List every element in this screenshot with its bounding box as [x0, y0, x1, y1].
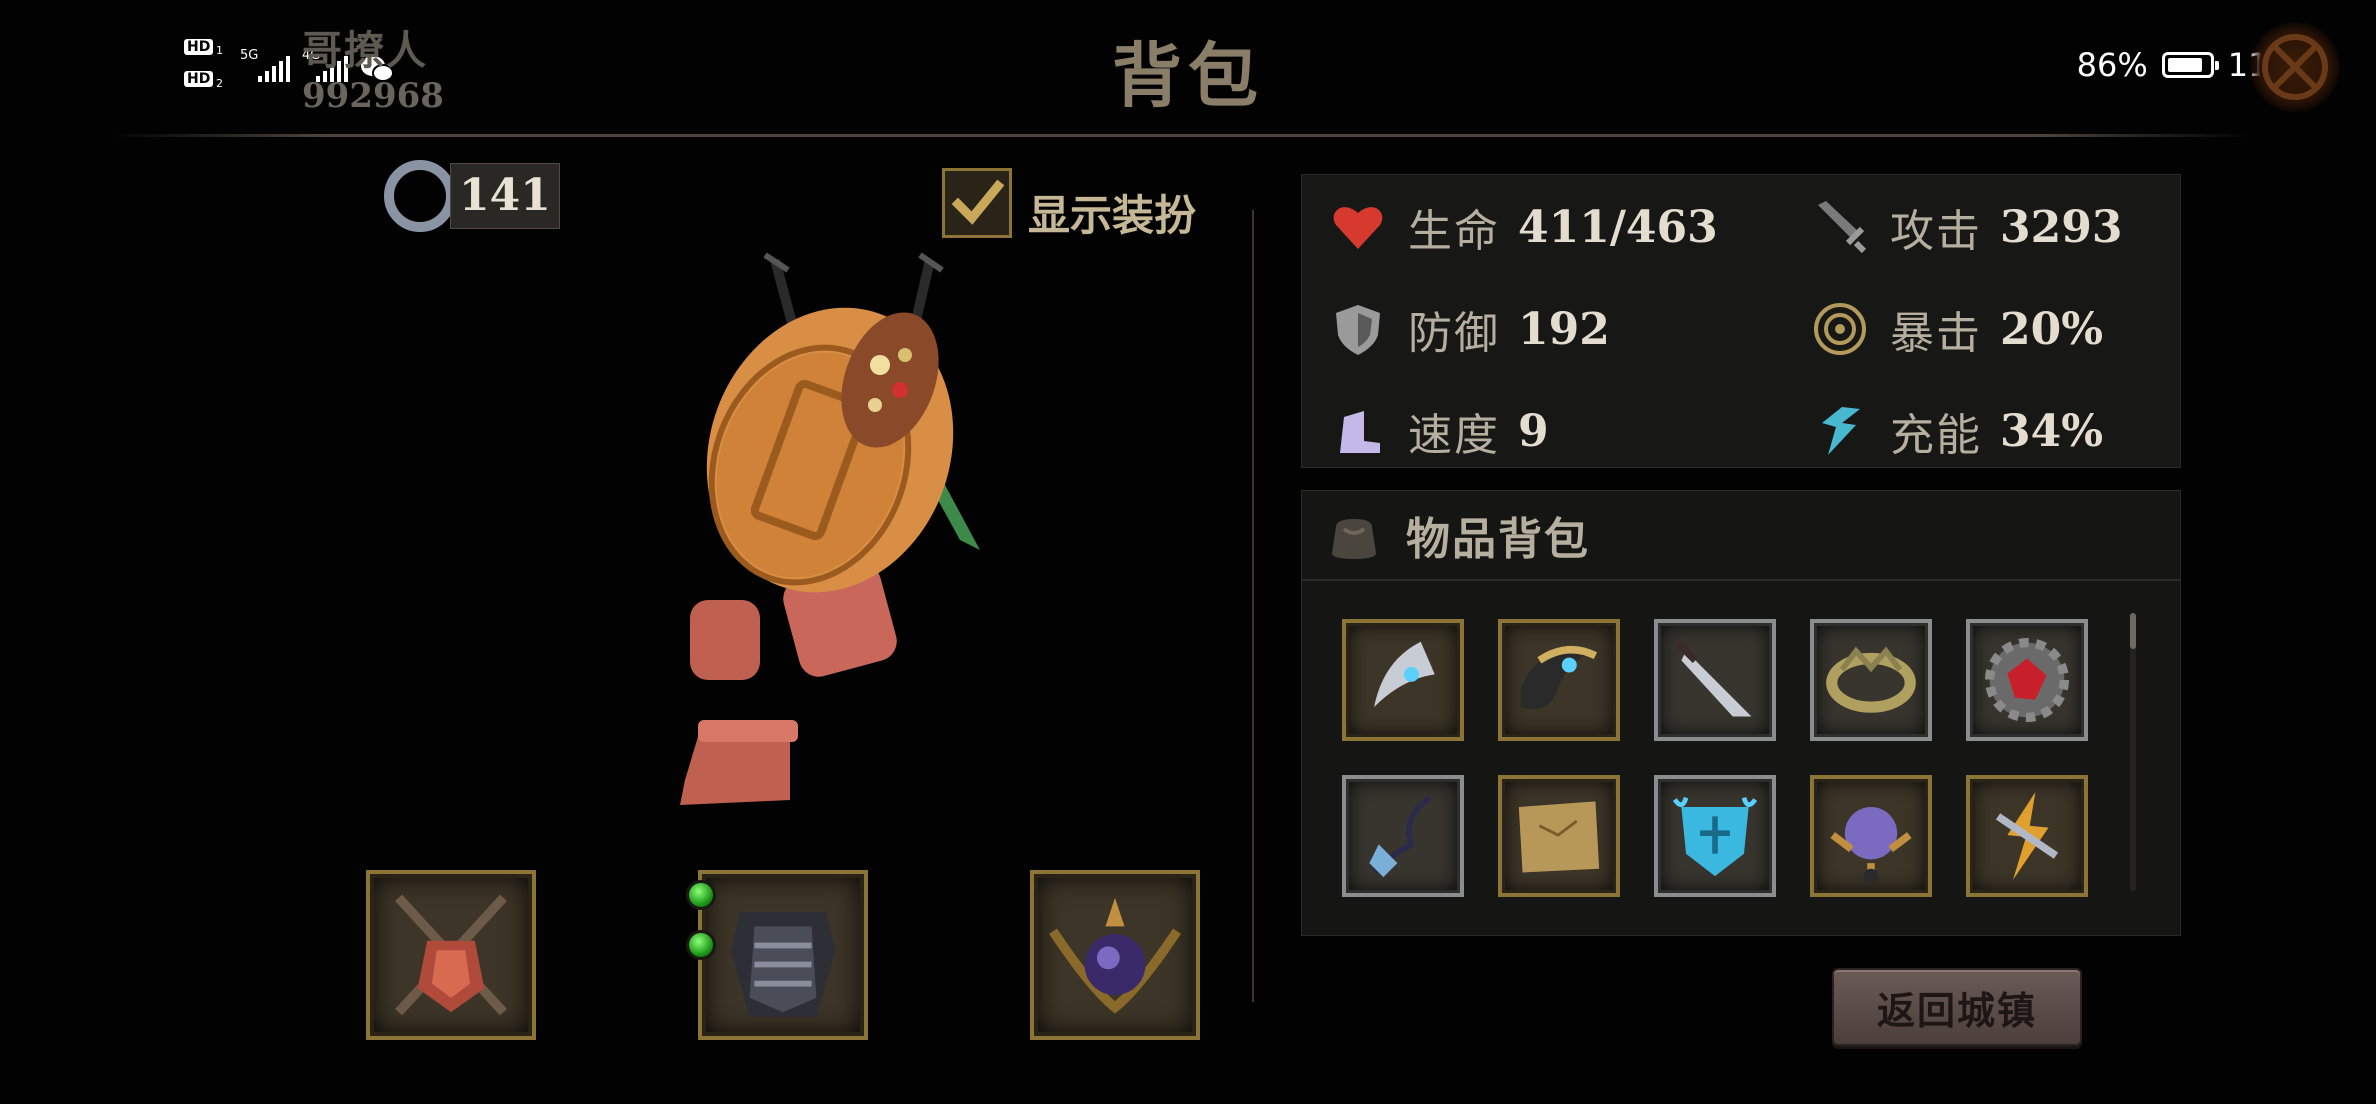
stat-label: 充能: [1890, 410, 1982, 461]
inventory-panel: 物品背包: [1301, 490, 2181, 936]
map-scroll-icon: [1518, 801, 1600, 873]
inventory-item-9[interactable]: [1810, 775, 1932, 897]
stat-hp: 生命 411/463: [1330, 187, 1718, 267]
ice-shield-icon: [1672, 796, 1758, 877]
dagger-icon: [1675, 640, 1752, 717]
battery-percent: 86%: [2076, 46, 2148, 84]
ring-crown-icon: [1826, 646, 1916, 713]
stat-label: 速度: [1408, 410, 1500, 461]
stat-label: 暴击: [1890, 308, 1982, 359]
crit-icon: [1814, 303, 1866, 355]
title-divider: [110, 134, 2250, 137]
inventory-item-5[interactable]: [1966, 619, 2088, 741]
battery-icon: [2161, 52, 2219, 78]
currency-display: 141: [384, 160, 560, 232]
gem-socket-icon: [686, 930, 716, 960]
game-menu-emblem[interactable]: [2250, 22, 2340, 112]
chest-armor-icon: [730, 912, 836, 1017]
return-to-town-button[interactable]: 返回城镇: [1832, 968, 2082, 1046]
inventory-item-8[interactable]: [1654, 775, 1776, 897]
crossed-swords-armor-icon: [395, 894, 507, 1016]
orb-helm-icon: [1830, 807, 1912, 884]
equipment-slot-2[interactable]: [698, 870, 868, 1040]
crescent-blade-icon: [1374, 641, 1435, 708]
character-model: [680, 252, 980, 805]
ruby-gear-icon: [1984, 637, 2070, 723]
stat-label: 攻击: [1890, 206, 1982, 257]
stat-label: 防御: [1408, 308, 1500, 359]
equipment-slot-1[interactable]: [366, 870, 536, 1040]
show-outfit-checkbox[interactable]: [942, 168, 1012, 238]
stat-value: 3293: [2000, 201, 2123, 253]
page-title: 背包: [1112, 34, 1264, 117]
inventory-header: 物品背包: [1302, 491, 2180, 581]
heart-icon: [1333, 207, 1383, 249]
inventory-item-2[interactable]: [1498, 619, 1620, 741]
inventory-item-7[interactable]: [1498, 775, 1620, 897]
inventory-scroll-thumb[interactable]: [2130, 613, 2136, 649]
inventory-item-6[interactable]: [1342, 775, 1464, 897]
inventory-item-1[interactable]: [1342, 619, 1464, 741]
show-outfit-label[interactable]: 显示装扮: [1028, 182, 1196, 243]
lightning-shard-icon: [1995, 792, 2059, 880]
checkmark-icon: [951, 179, 1005, 225]
stat-attack: 攻击 3293: [1812, 187, 2122, 267]
energy-icon: [1822, 407, 1860, 455]
sword-icon: [1818, 201, 1867, 254]
stat-value: 20%: [2000, 303, 2104, 355]
stat-value: 411/463: [1518, 201, 1718, 253]
gem-socket-icon: [686, 880, 716, 910]
panel-divider: [1252, 210, 1254, 1002]
stat-speed: 速度 9: [1330, 391, 1549, 471]
inventory-title: 物品背包: [1406, 514, 1590, 565]
ring-icon: [384, 160, 456, 232]
shield-icon: [1336, 305, 1380, 355]
stats-panel: 生命 411/463 攻击 3293 防御 192 暴击 20% 速度 9 充能…: [1301, 174, 2181, 468]
bag-icon: [1332, 519, 1376, 559]
currency-value: 141: [450, 163, 560, 229]
stat-energy: 充能 34%: [1812, 391, 2103, 471]
orb-relic-icon: [1049, 897, 1181, 1014]
inventory-scrollbar[interactable]: [2130, 613, 2136, 891]
stat-value: 9: [1518, 405, 1549, 457]
chain-amulet-icon: [1369, 795, 1432, 878]
equipment-slot-3[interactable]: [1030, 870, 1200, 1040]
inventory-item-4[interactable]: [1810, 619, 1932, 741]
horn-bracer-icon: [1520, 646, 1598, 710]
emblem-icon: [2262, 34, 2328, 100]
inventory-item-10[interactable]: [1966, 775, 2088, 897]
stat-value: 34%: [2000, 405, 2104, 457]
stat-defense: 防御 192: [1330, 289, 1610, 369]
stat-label: 生命: [1408, 206, 1500, 257]
inventory-item-3[interactable]: [1654, 619, 1776, 741]
boot-icon: [1340, 411, 1380, 453]
stat-crit: 暴击 20%: [1812, 289, 2103, 369]
stat-value: 192: [1518, 303, 1610, 355]
